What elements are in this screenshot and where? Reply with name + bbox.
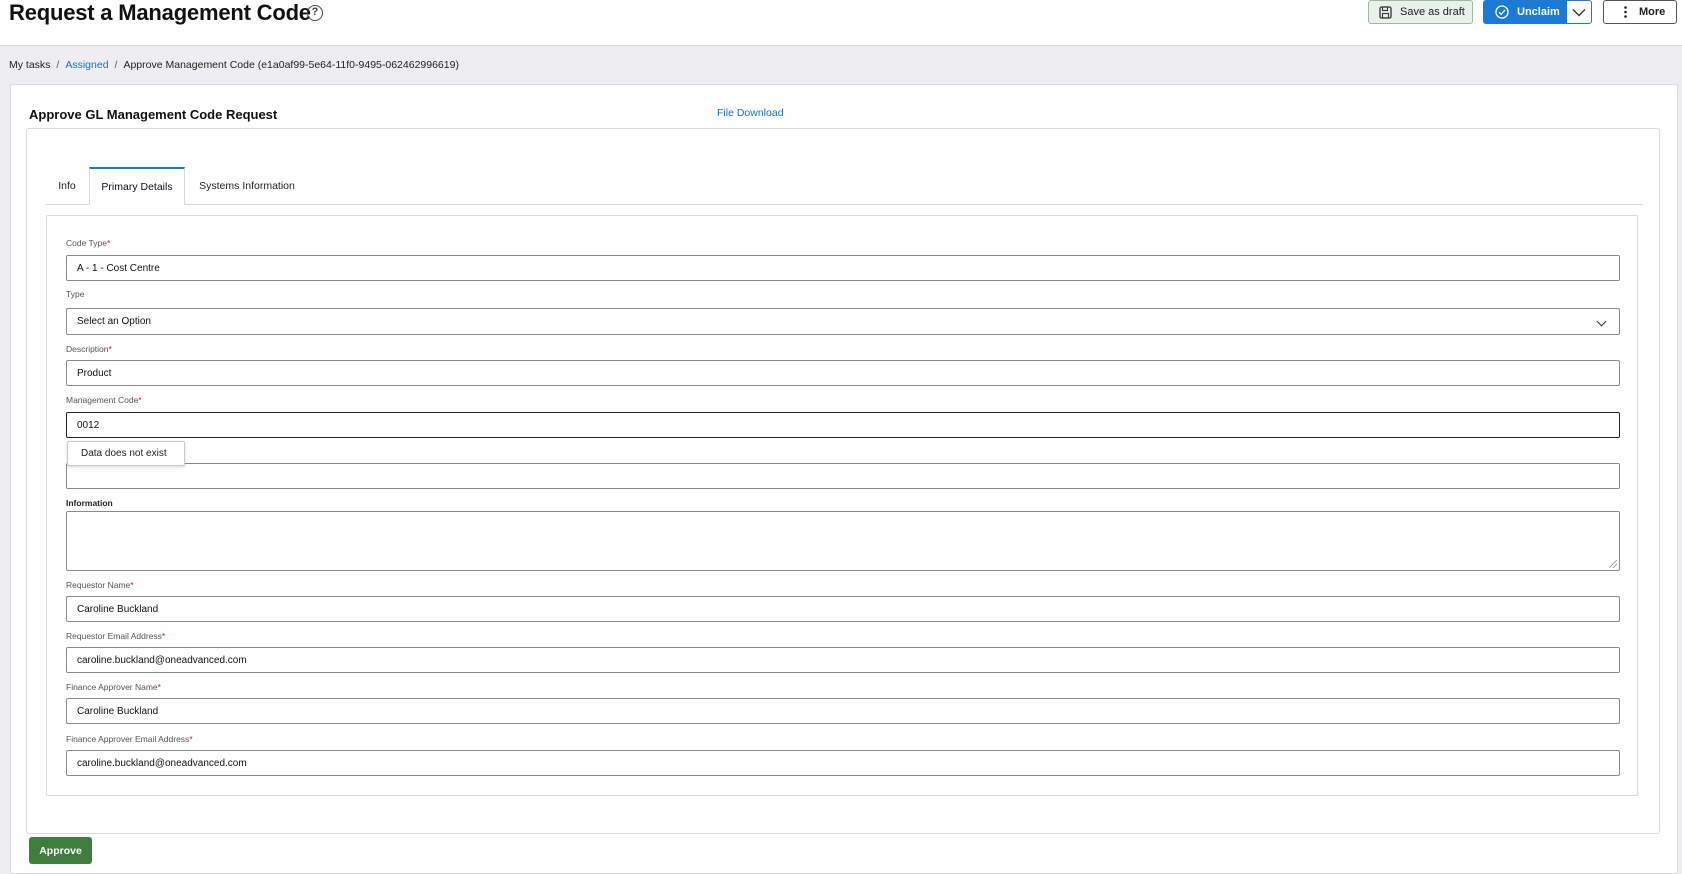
code-type-value: A - 1 - Cost Centre — [77, 262, 160, 274]
requestor-name-value: Caroline Buckland — [77, 603, 159, 615]
finance-approver-name-label: Finance Approver Name* — [66, 682, 161, 692]
chevron-down-icon — [1572, 8, 1586, 17]
breadcrumb-separator: / — [56, 59, 60, 71]
finance-approver-name-field[interactable]: Caroline Buckland — [66, 698, 1620, 724]
approve-button[interactable]: Approve — [29, 837, 92, 864]
breadcrumb-my-tasks[interactable]: My tasks — [9, 59, 50, 71]
breadcrumb-assigned[interactable]: Assigned — [65, 59, 108, 71]
requestor-name-label: Requestor Name* — [66, 580, 134, 590]
tab-info[interactable]: Info — [46, 167, 88, 205]
breadcrumb-current: Approve Management Code (e1a0af99-5e64-1… — [123, 59, 459, 71]
card-title: Approve GL Management Code Request — [29, 107, 278, 122]
save-as-draft-button[interactable]: Save as draft — [1368, 0, 1473, 24]
tab-info-label: Info — [58, 180, 76, 192]
tab-systems-information-label: Systems Information — [199, 180, 295, 192]
finance-approver-email-field[interactable]: caroline.buckland@oneadvanced.com — [66, 750, 1620, 776]
more-label: More — [1639, 6, 1666, 18]
resize-handle-icon[interactable] — [1609, 560, 1617, 568]
breadcrumb: My tasks / Assigned / Approve Management Cod… — [9, 59, 459, 71]
top-bar: Request a Management Code ? Save as draf… — [0, 0, 1682, 46]
description-label: Description* — [66, 344, 112, 354]
description-value: Product — [77, 367, 112, 379]
type-label: Type — [66, 289, 85, 299]
requestor-email-label: Requestor Email Address* — [66, 631, 166, 641]
obscured-field[interactable] — [66, 463, 1620, 489]
unclaim-dropdown-button[interactable] — [1566, 0, 1592, 24]
code-type-field[interactable]: A - 1 - Cost Centre — [66, 255, 1620, 281]
type-select-value: Select an Option — [77, 316, 151, 327]
page-title: Request a Management Code — [9, 0, 311, 25]
management-code-field[interactable]: 0012 — [66, 412, 1620, 438]
requestor-name-field[interactable]: Caroline Buckland — [66, 596, 1620, 622]
finance-approver-email-value: caroline.buckland@oneadvanced.com — [77, 757, 247, 769]
check-circle-icon — [1495, 5, 1509, 19]
kebab-menu-icon — [1624, 6, 1627, 18]
finance-approver-name-value: Caroline Buckland — [77, 705, 159, 717]
requestor-email-field[interactable]: caroline.buckland@oneadvanced.com — [66, 647, 1620, 673]
file-download-link[interactable]: File Download — [717, 107, 784, 119]
finance-approver-email-label: Finance Approver Email Address* — [66, 734, 193, 744]
save-icon — [1379, 5, 1392, 19]
unclaim-button[interactable]: Unclaim — [1483, 0, 1566, 24]
save-as-draft-label: Save as draft — [1400, 6, 1465, 18]
data-not-exist-tooltip: Data does not exist — [67, 441, 185, 466]
description-field[interactable]: Product — [66, 360, 1620, 386]
unclaim-label: Unclaim — [1517, 6, 1560, 18]
information-textarea[interactable] — [66, 511, 1620, 571]
information-label: Information — [66, 498, 113, 508]
approve-label: Approve — [39, 844, 82, 857]
tooltip-text: Data does not exist — [81, 448, 167, 459]
tab-systems-information[interactable]: Systems Information — [187, 167, 307, 205]
type-select[interactable]: Select an Option — [66, 308, 1620, 335]
management-code-label: Management Code* — [66, 395, 142, 405]
breadcrumb-separator: / — [114, 59, 118, 71]
tab-primary-details-label: Primary Details — [101, 180, 173, 193]
management-code-value: 0012 — [77, 419, 100, 431]
requestor-email-value: caroline.buckland@oneadvanced.com — [77, 654, 247, 666]
code-type-label: Code Type* — [66, 238, 111, 248]
help-icon[interactable]: ? — [307, 5, 323, 21]
more-button[interactable]: More — [1603, 0, 1677, 24]
chevron-down-icon — [1596, 316, 1607, 327]
tab-primary-details[interactable]: Primary Details — [89, 167, 185, 205]
